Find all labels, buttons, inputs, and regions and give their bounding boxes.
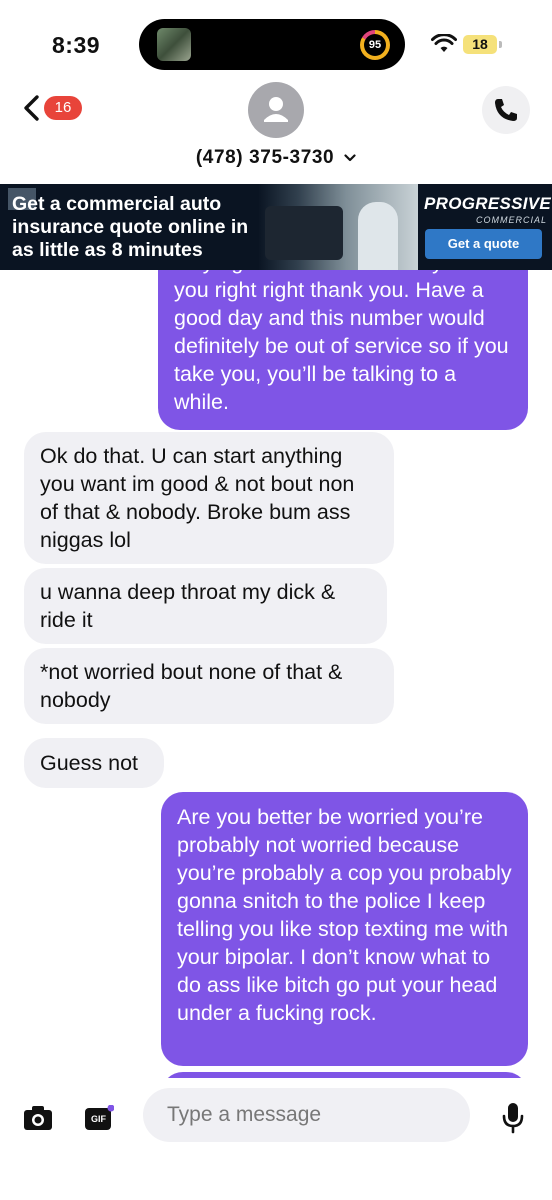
ad-brand-sub: COMMERCIAL <box>476 215 548 225</box>
ad-headline: Get a commercial auto insurance quote on… <box>12 193 249 261</box>
call-button[interactable] <box>482 86 530 134</box>
ad-banner[interactable]: Get a commercial auto insurance quote on… <box>0 184 552 270</box>
unread-count-badge[interactable]: 16 <box>44 96 82 120</box>
message-thread[interactable]: only right . I have somebody stalk you r… <box>0 270 552 1078</box>
gif-label: GIF <box>91 1114 106 1124</box>
person-icon <box>264 97 288 122</box>
message-bubble-received[interactable]: u wanna deep throat my dick & ride it <box>24 568 387 644</box>
microphone-icon[interactable] <box>500 1102 526 1134</box>
camera-icon[interactable] <box>23 1105 53 1131</box>
message-bubble-received[interactable]: Guess not <box>24 738 164 788</box>
message-bubble-received[interactable]: *not worried bout none of that & nobody <box>24 648 394 724</box>
ad-van-image <box>265 206 343 260</box>
contact-avatar[interactable] <box>248 82 304 138</box>
message-bubble-received[interactable]: Ok do that. U can start anything you wan… <box>24 432 394 564</box>
composer-bar: GIF <box>0 1078 552 1200</box>
activity-ring-icon: 95 <box>360 30 390 60</box>
chevron-down-icon <box>344 154 356 162</box>
battery-indicator: 18 <box>463 35 497 54</box>
dynamic-island[interactable]: 95 <box>139 19 405 70</box>
contact-name-row[interactable]: (478) 375-3730 <box>0 147 552 169</box>
activity-value: 95 <box>364 34 386 56</box>
status-bar: 8:39 95 18 <box>0 0 552 88</box>
message-bubble-sent[interactable]: Are you better be worried you’re probabl… <box>161 792 528 1066</box>
wifi-icon <box>431 34 457 52</box>
status-time: 8:39 <box>52 32 101 58</box>
back-chevron-icon[interactable] <box>20 94 44 122</box>
ad-cta-button[interactable]: Get a quote <box>425 229 542 259</box>
gif-button[interactable]: GIF <box>84 1104 115 1131</box>
battery-cap <box>499 41 502 48</box>
now-playing-thumbnail <box>157 28 191 61</box>
ad-brand-logo: PROGRESSIVE <box>424 194 552 213</box>
ad-person-image <box>358 202 398 270</box>
contact-name: (478) 375-3730 <box>195 147 335 168</box>
message-bubble-sent[interactable]: only right . I have somebody stalk you r… <box>158 270 528 430</box>
phone-icon <box>495 99 517 121</box>
message-input[interactable] <box>143 1088 470 1142</box>
